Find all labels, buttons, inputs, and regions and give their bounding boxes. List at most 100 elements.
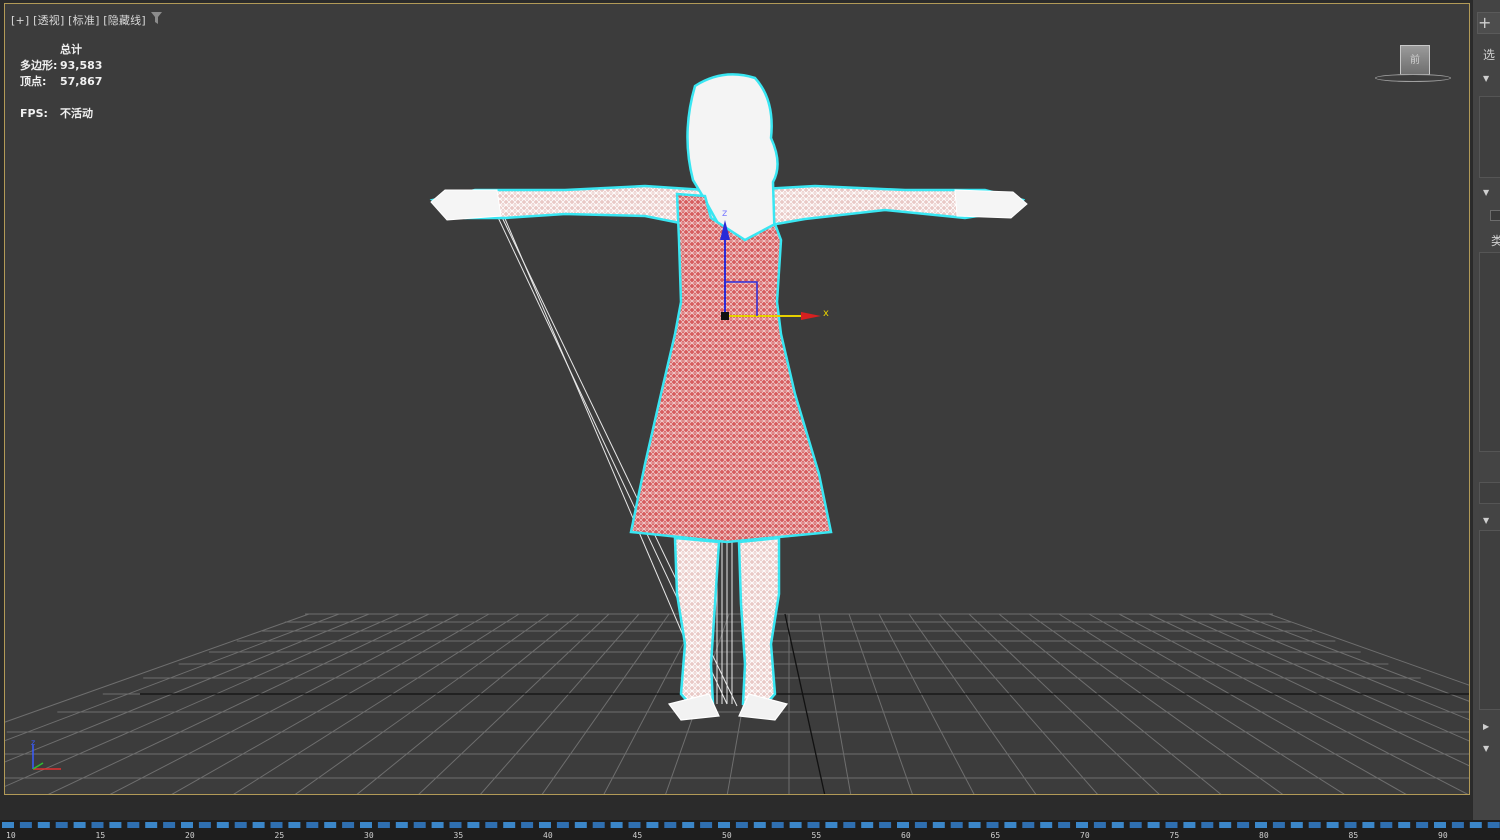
rollout-toggle-icon[interactable]: ▶ <box>1483 722 1489 731</box>
perspective-viewport[interactable]: x z [+] [透视] [标准] [隐藏线] 总计 多边形: 93,583 顶点… <box>4 3 1470 795</box>
timeline-key-cell[interactable] <box>431 822 444 828</box>
timeline-key-cell[interactable] <box>521 822 534 828</box>
timeline-key-cell[interactable] <box>306 822 319 828</box>
timeline-key-cell[interactable] <box>377 822 390 828</box>
timeline-key-cell[interactable] <box>1362 822 1375 828</box>
timeline-key-cell[interactable] <box>1093 822 1106 828</box>
timeline-key-cell[interactable] <box>574 822 587 828</box>
timeline-key-cell[interactable] <box>968 822 981 828</box>
timeline-key-cell[interactable] <box>2 822 14 828</box>
timeline-key-cell[interactable] <box>1255 822 1267 828</box>
timeline-key-cell[interactable] <box>950 822 963 828</box>
timeline-key-cell[interactable] <box>843 822 856 828</box>
timeline-key-cell[interactable] <box>1290 822 1303 828</box>
rollout-toggle-icon[interactable]: ▼ <box>1483 74 1489 83</box>
timeline-key-cell[interactable] <box>914 822 927 828</box>
viewcube-compass-ring[interactable] <box>1375 74 1451 82</box>
timeline-key-cell[interactable] <box>682 822 695 828</box>
timeline-key-cell[interactable] <box>592 822 605 828</box>
timeline-key-cell[interactable] <box>735 822 748 828</box>
category-list[interactable] <box>1479 252 1500 452</box>
timeline-key-cell[interactable] <box>610 822 623 828</box>
gizmo-center[interactable] <box>721 312 729 320</box>
timeline-key-cell[interactable] <box>181 822 193 828</box>
viewport-label-menu[interactable]: [+] [透视] [标准] [隐藏线] <box>11 12 146 28</box>
timeline-key-cell[interactable] <box>789 822 802 828</box>
rollout-toggle-icon[interactable]: ▼ <box>1483 744 1489 753</box>
timeline-key-cell[interactable] <box>932 822 945 828</box>
timeline-key-cell[interactable] <box>55 822 68 828</box>
viewport-scene[interactable]: x z <box>5 4 1470 795</box>
timeline-key-cell[interactable] <box>216 822 229 828</box>
timeline-key-cell[interactable] <box>753 822 766 828</box>
gizmo-x-arrow[interactable] <box>801 312 821 320</box>
rollout-checkbox[interactable] <box>1490 210 1500 221</box>
timeline-key-cell[interactable] <box>1272 822 1285 828</box>
create-tab-button[interactable]: + <box>1477 12 1500 34</box>
timeline-key-cell[interactable] <box>1201 822 1214 828</box>
timeline-key-cell[interactable] <box>503 822 516 828</box>
timeline-key-cell[interactable] <box>771 822 784 828</box>
timeline-key-cell[interactable] <box>1183 822 1196 828</box>
timeline-key-cell[interactable] <box>1344 822 1357 828</box>
timeline-key-cell[interactable] <box>342 822 355 828</box>
selection-label[interactable]: 选 <box>1483 46 1495 63</box>
timeline-key-cell[interactable] <box>413 822 426 828</box>
timeline-key-cell[interactable] <box>37 822 50 828</box>
timeline-key-cell[interactable] <box>556 822 569 828</box>
timeline-key-cell[interactable] <box>807 822 820 828</box>
timeline-key-cell[interactable] <box>539 822 551 828</box>
timeline-key-cell[interactable] <box>1434 822 1446 828</box>
rollout-toggle-icon[interactable]: ▼ <box>1483 188 1489 197</box>
timeline-key-cell[interactable] <box>1111 822 1124 828</box>
timeline-key-cell[interactable] <box>1487 822 1500 828</box>
timeline-key-cell[interactable] <box>700 822 713 828</box>
timeline-keys-strip[interactable] <box>0 822 1500 830</box>
timeline-key-cell[interactable] <box>19 822 32 828</box>
timeline-key-cell[interactable] <box>628 822 641 828</box>
character-mesh[interactable] <box>429 73 1028 721</box>
viewcube-front-face[interactable]: 前 <box>1400 45 1430 75</box>
timeline-track-bar[interactable]: 10 15 20 25 30 35 40 45 50 55 60 65 70 75 80 85 90 <box>0 820 1500 840</box>
timeline-key-cell[interactable] <box>1076 822 1088 828</box>
rollout-button[interactable] <box>1479 482 1500 504</box>
timeline-key-cell[interactable] <box>1040 822 1053 828</box>
viewcube[interactable]: 前 <box>1373 42 1453 86</box>
timeline-key-cell[interactable] <box>91 822 104 828</box>
timeline-key-cell[interactable] <box>1398 822 1411 828</box>
timeline-key-cell[interactable] <box>1165 822 1178 828</box>
timeline-key-cell[interactable] <box>127 822 140 828</box>
timeline-key-cell[interactable] <box>1380 822 1393 828</box>
timeline-key-cell[interactable] <box>1004 822 1017 828</box>
timeline-key-cell[interactable] <box>1219 822 1232 828</box>
filter-icon[interactable] <box>151 12 162 24</box>
timeline-key-cell[interactable] <box>825 822 838 828</box>
timeline-key-cell[interactable] <box>718 822 730 828</box>
timeline-key-cell[interactable] <box>1237 822 1250 828</box>
timeline-key-cell[interactable] <box>646 822 659 828</box>
timeline-key-cell[interactable] <box>879 822 892 828</box>
timeline-key-cell[interactable] <box>986 822 999 828</box>
timeline-key-cell[interactable] <box>109 822 122 828</box>
timeline-key-cell[interactable] <box>360 822 372 828</box>
timeline-key-cell[interactable] <box>1058 822 1071 828</box>
timeline-key-cell[interactable] <box>145 822 158 828</box>
timeline-key-cell[interactable] <box>664 822 677 828</box>
timeline-key-cell[interactable] <box>1451 822 1464 828</box>
timeline-key-cell[interactable] <box>234 822 247 828</box>
timeline-key-cell[interactable] <box>288 822 301 828</box>
timeline-key-cell[interactable] <box>467 822 480 828</box>
timeline-key-cell[interactable] <box>1147 822 1160 828</box>
timeline-key-cell[interactable] <box>270 822 283 828</box>
timeline-key-cell[interactable] <box>163 822 176 828</box>
timeline-key-cell[interactable] <box>252 822 265 828</box>
timeline-key-cell[interactable] <box>1129 822 1142 828</box>
timeline-key-cell[interactable] <box>324 822 337 828</box>
timeline-key-cell[interactable] <box>897 822 909 828</box>
rollout-toggle-icon[interactable]: ▼ <box>1483 516 1489 525</box>
timeline-key-cell[interactable] <box>395 822 408 828</box>
timeline-key-cell[interactable] <box>73 822 86 828</box>
timeline-key-cell[interactable] <box>485 822 498 828</box>
timeline-key-cell[interactable] <box>198 822 211 828</box>
timeline-key-cell[interactable] <box>1469 822 1482 828</box>
